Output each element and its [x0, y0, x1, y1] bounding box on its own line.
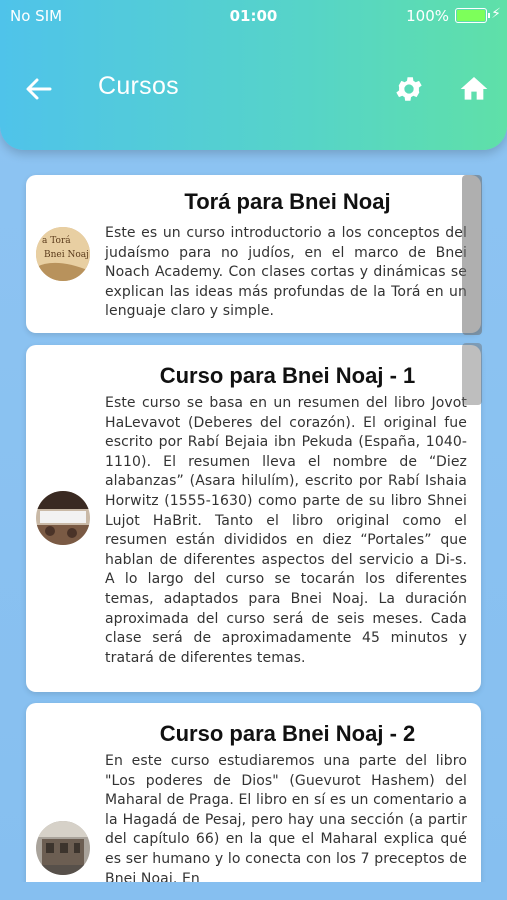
battery-icon: [455, 8, 490, 23]
charging-icon: ⚡: [491, 6, 501, 22]
list-bottom-edge: [0, 882, 507, 900]
gear-icon: [396, 77, 422, 101]
course-description: Este curso se basa en un resumen del lib…: [105, 395, 467, 666]
course-description: Este es un curso introductorio a los con…: [105, 225, 467, 320]
svg-text:Bnei Noaj: Bnei Noaj: [44, 250, 89, 260]
back-button[interactable]: [22, 72, 56, 106]
home-button[interactable]: [458, 73, 490, 105]
arrow-left-icon: [26, 78, 52, 100]
course-card-2[interactable]: Curso para Bnei Noaj - 1 Este curso se b…: [26, 345, 481, 692]
app-header: No SIM 01:00 100% ⚡ Cursos: [0, 0, 507, 150]
course-thumbnail: a Torá Bnei Noaj: [36, 227, 90, 281]
scrollbar-thumb[interactable]: [462, 175, 482, 335]
scrollbar-track-segment[interactable]: [462, 343, 482, 405]
home-icon: [460, 77, 488, 100]
settings-button[interactable]: [393, 73, 425, 105]
status-bar: No SIM 01:00 100% ⚡: [0, 0, 507, 32]
page-title: Cursos: [98, 72, 179, 100]
course-thumbnail: [36, 821, 90, 875]
classroom-image-icon: [36, 491, 90, 545]
course-description: En este curso estudiaremos una parte del…: [105, 753, 467, 887]
course-title: Curso para Bnei Noaj - 2: [159, 721, 416, 746]
course-thumbnail: [36, 491, 90, 545]
torah-image-icon: a Torá Bnei Noaj: [36, 227, 90, 281]
course-card-1[interactable]: a Torá Bnei Noaj Torá para Bnei Noaj Est…: [26, 175, 481, 333]
svg-text:a Torá: a Torá: [42, 235, 71, 246]
course-card-3[interactable]: Curso para Bnei Noaj - 2 En este curso e…: [26, 703, 481, 900]
course-title: Torá para Bnei Noaj: [184, 189, 391, 214]
building-image-icon: [36, 821, 90, 875]
battery-percent: 100%: [406, 7, 449, 25]
course-title: Curso para Bnei Noaj - 1: [159, 363, 416, 388]
